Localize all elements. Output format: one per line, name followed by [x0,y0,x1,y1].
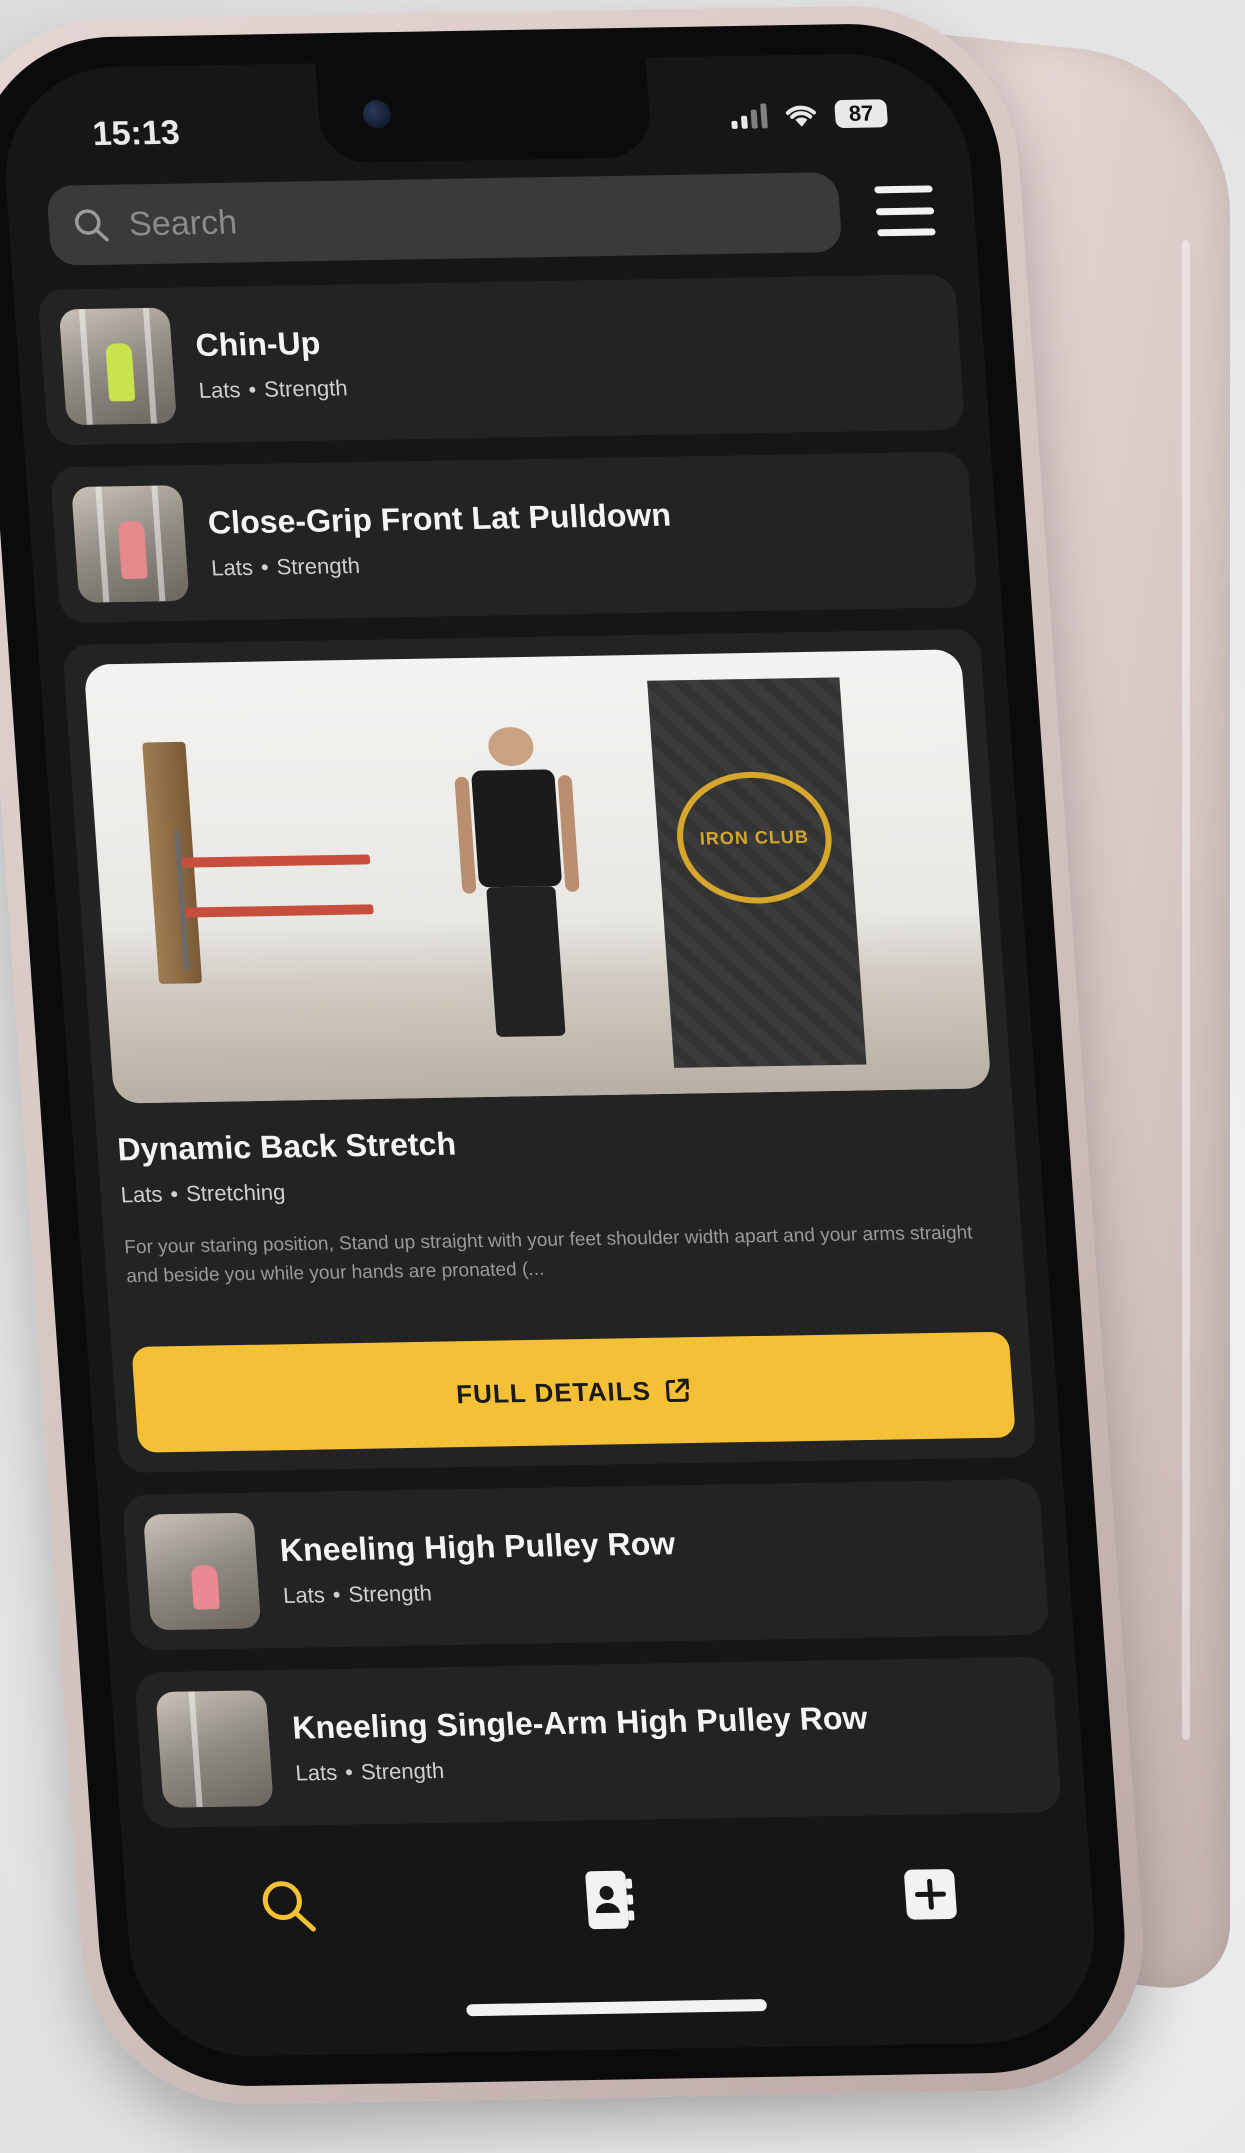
exercise-muscle: Lats [282,1581,326,1608]
add-square-icon [904,1869,958,1920]
exercise-meta: Lats • Strength [282,1576,679,1609]
app-screen: 15:13 87 Search Chin-Up Lats • Strength … [0,52,1103,2058]
menu-hamburger-icon[interactable] [874,185,936,237]
search-bar[interactable] [46,172,843,266]
exercise-text: Chin-Up Lats • Strength [194,324,348,403]
tab-contacts[interactable] [566,1859,652,1940]
exercise-card-kneeling-high-pulley-row[interactable]: Kneeling High Pulley Row Lats • Strength [121,1478,1050,1651]
product-mockup-scene: 15:13 87 Search Chin-Up Lats • Strength … [0,0,1245,2153]
notch [315,57,653,164]
wifi-icon [785,105,816,127]
tab-add[interactable] [888,1854,974,1935]
exercise-muscle: Lats [197,376,242,403]
exercise-row: Chin-Up Lats • Strength [58,294,944,426]
exercise-title: Chin-Up [194,324,322,363]
exercise-text: Kneeling High Pulley Row Lats • Strength [279,1525,680,1609]
front-camera [361,99,392,129]
search-icon [74,209,109,242]
exercise-thumbnail [58,307,178,426]
search-icon [262,1881,316,1932]
exercise-thumbnail [155,1690,274,1808]
exercise-title: Kneeling High Pulley Row [278,1524,677,1568]
exercise-list: Chin-Up Lats • Strength Close-Grip Front… [37,273,1063,1850]
front-phone: 15:13 87 Search Chin-Up Lats • Strength … [0,3,1154,2107]
search-input[interactable] [127,192,818,244]
exercise-description: For your staring position, Stand up stra… [123,1222,974,1287]
status-time: 15:13 [91,113,182,154]
exercise-muscle: Lats [119,1181,164,1208]
banner-text: IRON CLUB [699,826,810,849]
exercise-title: Kneeling Single-Arm High Pulley Row [291,1699,869,1746]
battery-indicator: 87 [834,99,889,129]
exercise-meta: Lats • Strength [198,375,348,404]
meta-separator: • [259,554,270,580]
contacts-book-icon [585,1870,635,1930]
top-bar [46,170,937,266]
exercise-meta: Lats • Strength [210,547,675,581]
exercise-card-close-grip-front-lat-pulldown[interactable]: Close-Grip Front Lat Pulldown Lats • Stren… [49,451,978,624]
meta-separator: • [169,1181,179,1207]
exercise-text: Close-Grip Front Lat Pulldown Lats • Stren… [207,496,675,581]
exercise-meta: Lats • Stretching [120,1167,999,1208]
trainer-figure [448,726,593,1053]
exercise-muscle: Lats [210,554,254,580]
bottom-tab-bar [121,1821,1103,2058]
full-details-label: FULL DETAILS [455,1375,652,1409]
exercise-video-preview[interactable]: IRON CLUB [83,649,992,1104]
exercise-row: Close-Grip Front Lat Pulldown Lats • Stren… [71,472,956,603]
exercise-card-dynamic-back-stretch[interactable]: IRON CLUB Dynamic Back Stretch Lats • Stre… [62,629,1038,1474]
exercise-category: Strength [275,552,361,579]
exercise-title: Close-Grip Front Lat Pulldown [206,496,673,541]
meta-separator: • [331,1581,342,1607]
iron-club-logo: IRON CLUB [672,770,837,905]
cellular-signal-icon [730,102,768,129]
exercise-card-kneeling-single-arm-high-pulley-row[interactable]: Kneeling Single-Arm High Pulley Row Lats… [134,1656,1063,1829]
exercise-category: Strength [263,374,349,402]
exercise-thumbnail [71,485,190,603]
full-details-button[interactable]: FULL DETAILS [131,1331,1016,1453]
exercise-meta: Lats • Strength [295,1750,872,1786]
exercise-row: Kneeling High Pulley Row Lats • Strength [143,1499,1028,1631]
exercise-category: Stretching [185,1179,287,1207]
exercise-category: Strength [347,1579,433,1607]
external-link-icon [665,1378,690,1402]
exercise-category: Strength [359,1757,445,1784]
dumbbell-rack [174,826,377,971]
tab-search[interactable] [245,1865,331,1946]
rear-phone-edge-highlight [1182,239,1190,1741]
exercise-title: Dynamic Back Stretch [116,1125,458,1168]
exercise-text: Kneeling Single-Arm High Pulley Row Lats… [291,1699,871,1786]
exercise-row: Kneeling Single-Arm High Pulley Row Lats… [155,1677,1040,1808]
phone-bezel: 15:13 87 Search Chin-Up Lats • Strength … [0,21,1135,2089]
exercise-thumbnail [143,1512,262,1631]
meta-separator: • [247,376,257,402]
status-indicators: 87 [730,99,889,130]
meta-separator: • [344,1759,354,1785]
iron-club-banner: IRON CLUB [646,677,867,1068]
exercise-card-chin-up[interactable]: Chin-Up Lats • Strength [37,273,966,446]
exercise-muscle: Lats [294,1759,338,1786]
